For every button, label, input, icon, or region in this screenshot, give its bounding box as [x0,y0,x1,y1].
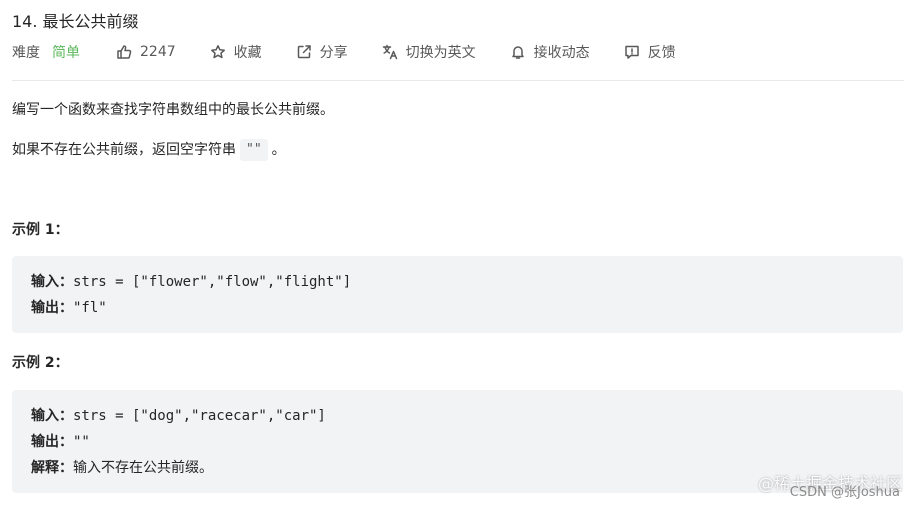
example-2-explain-line: 解释： 输入不存在公共前缀。 [31,455,884,481]
difficulty-label: 难度 [12,45,40,61]
description-line-2: 如果不存在公共前缀，返回空字符串 "" 。 [12,139,286,161]
feedback-label: 反馈 [647,45,676,61]
bell-icon [511,46,524,59]
example-2-input-value: strs = ["dog","racecar","car"] [73,408,326,424]
description-line-1: 编写一个函数来查找字符串数组中的最长公共前缀。 [12,102,334,118]
example-1-input-label: 输入： [31,274,73,290]
feedback-icon [624,45,639,59]
translate-icon [382,44,397,60]
share-label: 分享 [319,45,348,61]
divider [12,80,904,81]
example-1-input-value: strs = ["flower","flow","flight"] [73,274,352,290]
difficulty-value: 简单 [52,45,80,61]
example-1-code-block: 输入： strs = ["flower","flow","flight"] 输出：… [12,256,903,333]
favorite-label: 收藏 [233,45,262,61]
translate-button[interactable]: 切换为英文 [382,42,476,62]
example-2-heading: 示例 2： [12,355,69,371]
description-line-2-suffix: 。 [271,142,286,158]
feedback-button[interactable]: 反馈 [624,42,676,62]
notify-button[interactable]: 接收动态 [510,42,590,62]
share-button[interactable]: 分享 [296,42,348,62]
problem-meta-bar: 难度 简单 2247 收藏 分享 切换为英文 接收动态 反馈 [12,42,710,62]
star-icon [210,45,225,59]
notify-label: 接收动态 [533,45,590,61]
example-1-output-label: 输出： [31,300,73,316]
watermark-csdn: CSDN @张Joshua [789,485,900,500]
example-2-input-label: 输入： [31,408,73,424]
example-2-output-label: 输出： [31,434,73,450]
example-1-heading: 示例 1： [12,222,69,238]
example-1-output-value: "fl" [73,300,107,316]
example-1-input-line: 输入： strs = ["flower","flow","flight"] [31,269,884,295]
description-line-2-prefix: 如果不存在公共前缀，返回空字符串 [12,142,236,158]
like-button[interactable]: 2247 [116,44,176,60]
difficulty: 难度 简单 [12,42,104,62]
thumbs-up-icon [117,45,132,59]
example-2-output-line: 输出： "" [31,429,884,455]
share-icon [297,45,311,59]
example-2-explain-label: 解释： [31,460,73,476]
like-count: 2247 [140,44,176,60]
example-2-output-value: "" [73,434,90,450]
example-1-output-line: 输出： "fl" [31,295,884,321]
translate-label: 切换为英文 [405,45,476,61]
problem-title: 14. 最长公共前缀 [12,12,139,31]
empty-string-code: "" [240,139,268,161]
example-2-input-line: 输入： strs = ["dog","racecar","car"] [31,403,884,429]
favorite-button[interactable]: 收藏 [210,42,262,62]
example-2-explain-value: 输入不存在公共前缀。 [73,460,213,476]
